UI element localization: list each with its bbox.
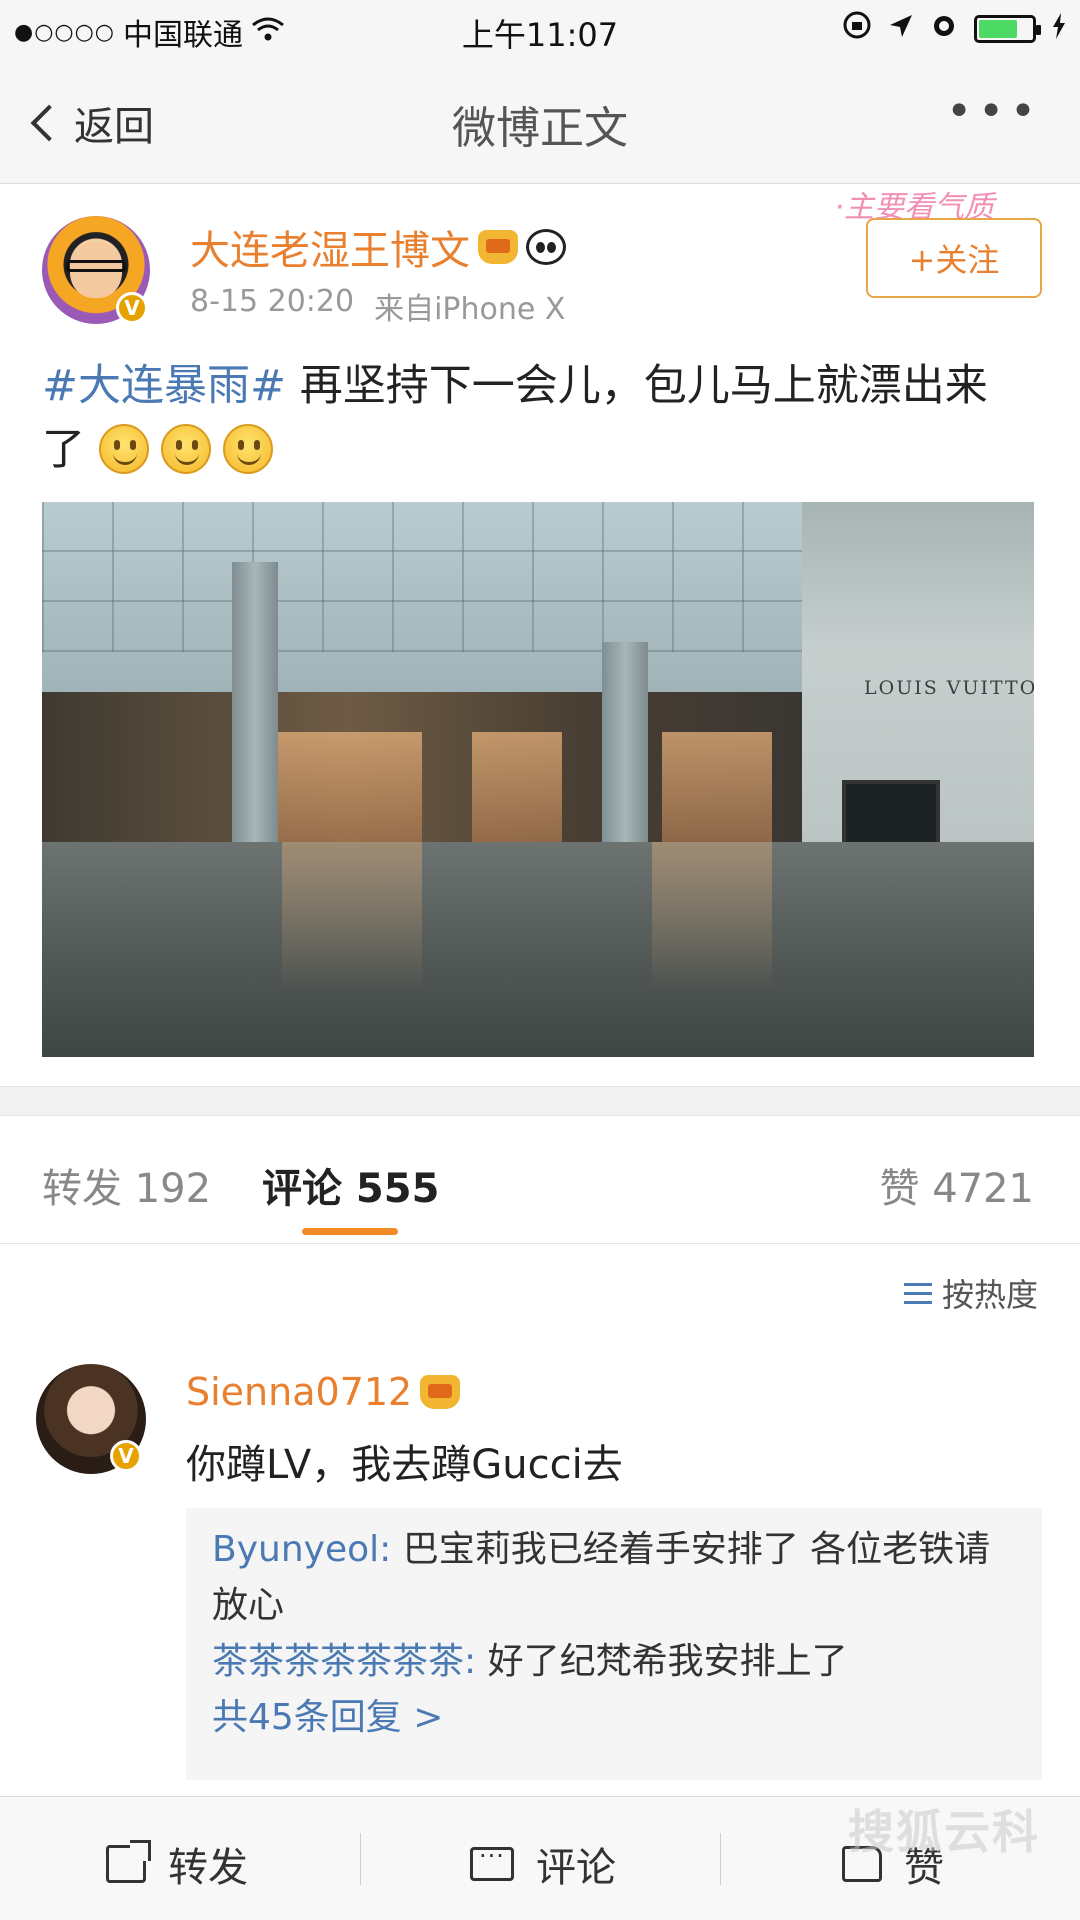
reply-text: 好了纪梵希我安排上了 (476, 1641, 848, 1682)
commenter-avatar[interactable]: V (36, 1364, 146, 1474)
smile-emoji-icon (160, 424, 211, 474)
watermark: 搜狐云科 (848, 1805, 1040, 1859)
tab-comment[interactable]: 评论 555 (262, 1156, 439, 1214)
post-source: 来自iPhone X (374, 292, 566, 327)
status-right (842, 10, 1066, 48)
more-replies-link[interactable]: 共45条回复 > (212, 1690, 1016, 1746)
battery-fill (979, 20, 1017, 38)
smile-emoji-icon (98, 424, 149, 474)
comment-button[interactable]: 评论 (470, 1835, 616, 1893)
section-divider (0, 1086, 1080, 1116)
verified-badge-icon: V (116, 292, 148, 324)
reply-item: Byunyeol: 巴宝莉我已经着手安排了 各位老铁请放心 (212, 1522, 1016, 1634)
photo-store-sign: LOUIS VUITTO (864, 677, 1034, 699)
post-card: V 大连老湿王博文 ·主要看气质 8-15 20:20 来自iPhone X +… (0, 184, 1080, 1086)
photo-floodwater (42, 842, 1034, 1057)
comment-icon (470, 1842, 514, 1881)
location-icon (888, 12, 914, 47)
follow-button[interactable]: +关注 (866, 218, 1042, 298)
sort-button[interactable]: 按热度 (903, 1270, 1038, 1316)
post-time: 8-15 20:20 (190, 284, 355, 319)
author-name-text: 大连老湿王博文 (190, 228, 470, 274)
commenter-name[interactable]: Sienna0712 (186, 1370, 461, 1414)
interaction-tabs: 转发 192 评论 555 赞 4721 (0, 1116, 1080, 1244)
tab-repost[interactable]: 转发 192 (42, 1156, 211, 1214)
reply-user[interactable]: 茶茶茶茶茶茶茶: (212, 1641, 476, 1682)
photo-window-grid (42, 502, 822, 652)
sort-icon (903, 1281, 932, 1305)
photo-light (662, 732, 772, 842)
commenter-name-text: Sienna0712 (186, 1370, 413, 1414)
photo-reflection (652, 842, 772, 992)
repost-label: 转发 (168, 1845, 248, 1891)
repost-icon (106, 1840, 151, 1883)
photo-light (272, 732, 422, 842)
post-meta: 8-15 20:20 来自iPhone X (190, 284, 565, 328)
alarm-icon (930, 11, 958, 47)
reply-user[interactable]: Byunyeol: (212, 1529, 391, 1570)
vip-crown-icon (478, 230, 518, 264)
page-title: 微博正文 (452, 103, 628, 154)
author-avatar[interactable]: V (42, 216, 150, 324)
comment-label: 评论 (536, 1845, 616, 1891)
charging-icon (1052, 12, 1066, 47)
bar-divider (720, 1833, 721, 1885)
more-button[interactable]: ••• (946, 86, 1042, 137)
post-photo[interactable]: LOUIS VUITTO (42, 502, 1034, 1057)
sort-label: 按热度 (941, 1276, 1038, 1314)
repost-button[interactable]: 转发 (106, 1835, 248, 1893)
author-name[interactable]: 大连老湿王博文 (190, 218, 566, 276)
reply-item: 茶茶茶茶茶茶茶: 好了纪梵希我安排上了 (212, 1634, 1016, 1690)
battery-icon (974, 15, 1041, 43)
nav-bar: 返回 微博正文 ••• (0, 58, 1080, 184)
photo-light (472, 732, 562, 842)
post-text: #大连暴雨# 再坚持下一会儿，包儿马上就漂出来了 (42, 354, 1022, 482)
status-bar: ●○○○○ 中国联通 上午11:07 (0, 0, 1080, 58)
hashtag-link[interactable]: #大连暴雨# (42, 361, 286, 411)
reply-preview-box[interactable]: Byunyeol: 巴宝莉我已经着手安排了 各位老铁请放心 茶茶茶茶茶茶茶: 好… (186, 1508, 1042, 1780)
rotation-lock-icon (842, 10, 872, 48)
bar-divider (360, 1833, 361, 1885)
comment-text: 你蹲LV，我去蹲Gucci去 (186, 1442, 623, 1488)
vip-crown-icon (420, 1375, 461, 1409)
panda-icon (526, 229, 566, 265)
tab-active-indicator (302, 1228, 398, 1235)
tab-like[interactable]: 赞 4721 (879, 1156, 1034, 1214)
smile-emoji-icon (222, 424, 273, 474)
avatar-glasses (66, 260, 126, 272)
photo-reflection (282, 842, 422, 992)
weibo-post-page: ●○○○○ 中国联通 上午11:07 返回 微博正文 ••• V 大连老湿王博文… (0, 0, 1080, 1920)
verified-badge-icon: V (110, 1440, 142, 1472)
